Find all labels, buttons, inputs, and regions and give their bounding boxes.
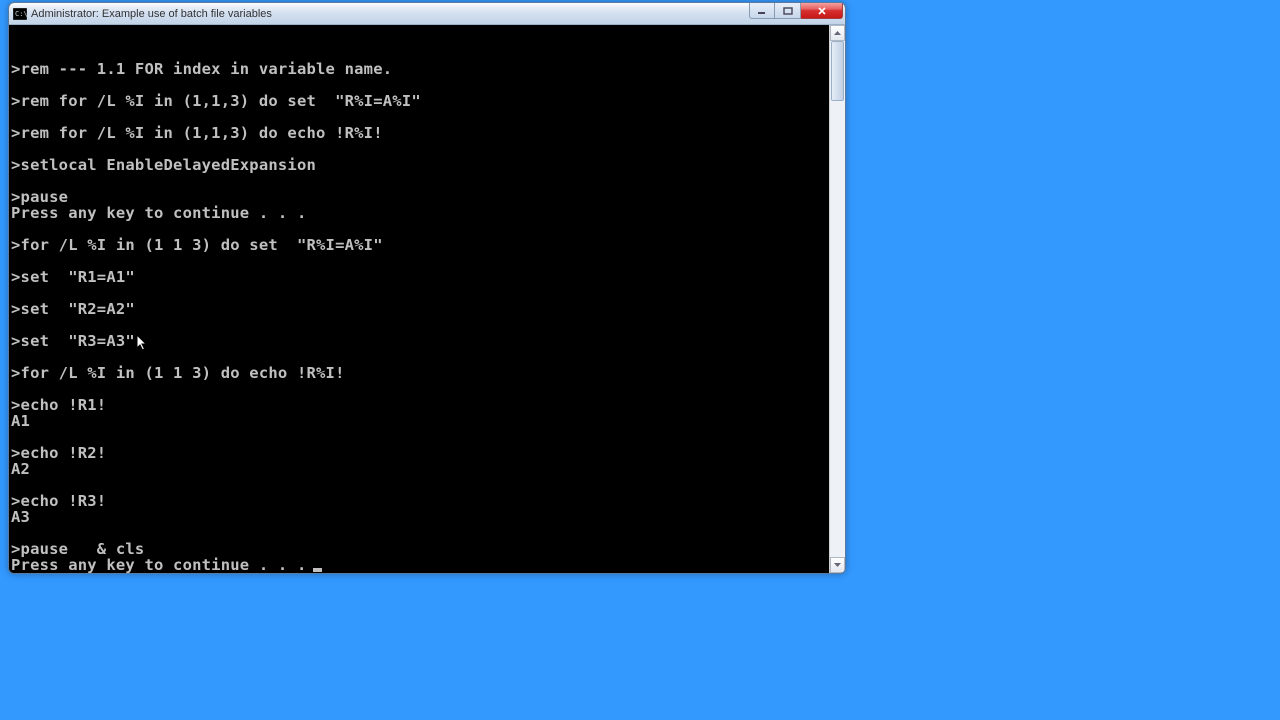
- window-title: Administrator: Example use of batch file…: [31, 8, 749, 20]
- terminal-body: >rem --- 1.1 FOR index in variable name.…: [9, 25, 845, 573]
- vertical-scrollbar[interactable]: [829, 25, 845, 573]
- scroll-track[interactable]: [830, 41, 845, 557]
- scroll-thumb[interactable]: [831, 41, 844, 101]
- terminal-output[interactable]: >rem --- 1.1 FOR index in variable name.…: [9, 25, 829, 573]
- scroll-up-button[interactable]: [830, 25, 845, 41]
- svg-text:C:\: C:\: [15, 10, 27, 18]
- scroll-down-button[interactable]: [830, 557, 845, 573]
- cmd-icon: C:\: [13, 7, 27, 21]
- close-button[interactable]: [801, 3, 843, 19]
- titlebar[interactable]: C:\ Administrator: Example use of batch …: [9, 3, 845, 25]
- console-window: C:\ Administrator: Example use of batch …: [8, 2, 846, 574]
- maximize-button[interactable]: [775, 3, 801, 19]
- window-controls: [749, 3, 843, 19]
- minimize-button[interactable]: [749, 3, 775, 19]
- terminal-cursor: [313, 568, 322, 572]
